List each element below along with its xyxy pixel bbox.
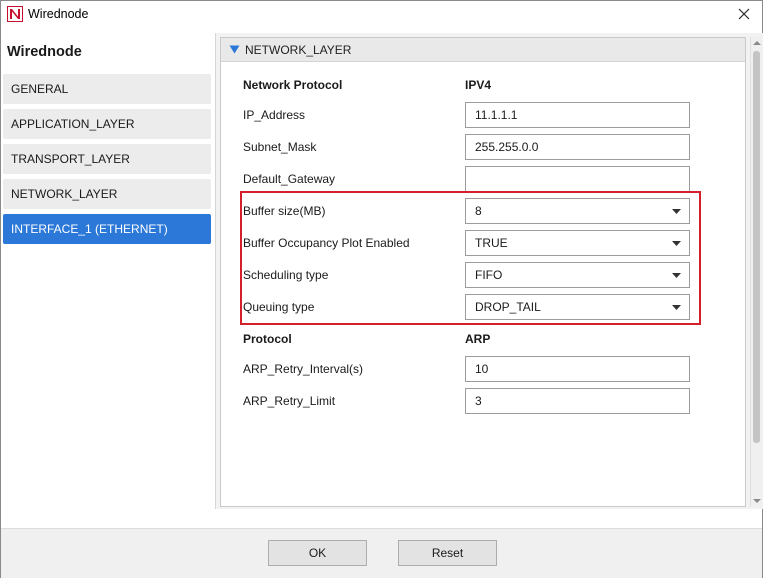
arp-retry-limit-input[interactable]: 3 [465, 388, 690, 414]
buffer-size-label: Buffer size(MB) [243, 204, 326, 218]
default-gateway-label: Default_Gateway [243, 172, 336, 186]
scrollbar-thumb[interactable] [753, 51, 760, 443]
scheduling-type-label: Scheduling type [243, 268, 329, 282]
ip-address-label: IP_Address [243, 108, 306, 122]
arp-retry-interval-input[interactable]: 10 [465, 356, 690, 382]
properties-content: NETWORK_LAYER Network Protocol IPV4 IP_A… [220, 37, 746, 507]
protocol-label: Protocol [243, 332, 292, 346]
scroll-up-icon[interactable] [752, 39, 762, 47]
default-gateway-input[interactable] [465, 166, 690, 192]
chevron-down-icon [672, 209, 681, 214]
triangle-down-icon[interactable] [229, 44, 240, 55]
sidebar-item-general[interactable]: GENERAL [3, 74, 211, 104]
network-protocol-label: Network Protocol [243, 78, 343, 92]
chevron-down-icon [672, 305, 681, 310]
network-protocol-value: IPV4 [465, 78, 492, 92]
subnet-mask-input[interactable]: 255.255.0.0 [465, 134, 690, 160]
properties-panel: NETWORK_LAYER Network Protocol IPV4 IP_A… [215, 33, 763, 509]
section-title: NETWORK_LAYER [245, 43, 352, 57]
queuing-type-value: DROP_TAIL [475, 300, 541, 314]
sidebar-item-interface-1[interactable]: INTERFACE_1 (ETHERNET) [3, 214, 211, 244]
chevron-down-icon [672, 241, 681, 246]
buffer-plot-label: Buffer Occupancy Plot Enabled [243, 236, 410, 250]
reset-button[interactable]: Reset [398, 540, 497, 566]
scroll-down-icon[interactable] [752, 497, 762, 505]
wirednode-window: Wirednode Wirednode GENERAL APPLICATION_… [0, 0, 763, 578]
sidebar: Wirednode GENERAL APPLICATION_LAYER TRAN… [1, 27, 214, 527]
buffer-size-select[interactable]: 8 [465, 198, 690, 224]
window-title: Wirednode [28, 7, 89, 21]
scheduling-type-value: FIFO [475, 268, 503, 282]
sidebar-title: Wirednode [7, 44, 82, 60]
protocol-value: ARP [465, 332, 491, 346]
buffer-plot-select[interactable]: TRUE [465, 230, 690, 256]
close-icon[interactable] [734, 4, 754, 24]
sidebar-item-network-layer[interactable]: NETWORK_LAYER [3, 179, 211, 209]
sidebar-item-transport-layer[interactable]: TRANSPORT_LAYER [3, 144, 211, 174]
queuing-type-label: Queuing type [243, 300, 315, 314]
section-header[interactable]: NETWORK_LAYER [221, 38, 745, 62]
subnet-mask-label: Subnet_Mask [243, 140, 317, 154]
arp-retry-limit-label: ARP_Retry_Limit [243, 394, 336, 408]
chevron-down-icon [672, 273, 681, 278]
sidebar-item-application-layer[interactable]: APPLICATION_LAYER [3, 109, 211, 139]
buffer-plot-value: TRUE [475, 236, 508, 250]
queuing-type-select[interactable]: DROP_TAIL [465, 294, 690, 320]
arp-retry-interval-label: ARP_Retry_Interval(s) [243, 362, 364, 376]
buffer-size-value: 8 [475, 204, 482, 218]
title-bar: Wirednode [1, 1, 762, 27]
scheduling-type-select[interactable]: FIFO [465, 262, 690, 288]
dialog-footer: OK Reset [1, 528, 762, 578]
app-logo-icon [7, 6, 23, 22]
ok-button[interactable]: OK [268, 540, 367, 566]
ip-address-input[interactable]: 11.1.1.1 [465, 102, 690, 128]
vertical-scrollbar[interactable] [750, 37, 762, 507]
